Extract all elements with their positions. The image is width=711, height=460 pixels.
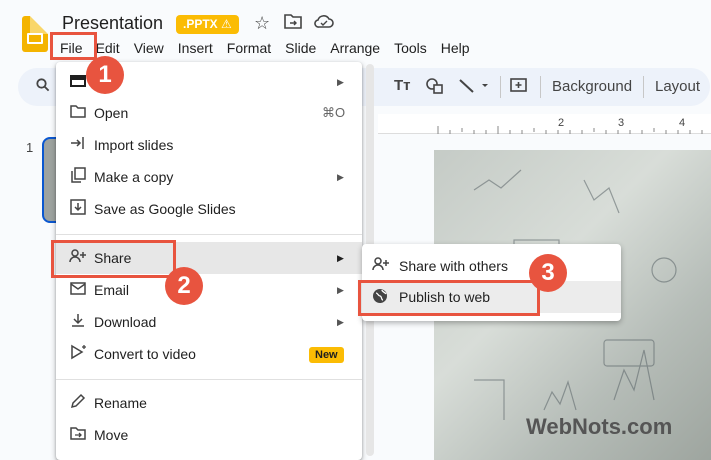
- step-badge-2: 2: [165, 267, 203, 305]
- submenu-arrow-icon: ▶: [337, 252, 344, 263]
- star-icon[interactable]: ☆: [254, 13, 270, 34]
- save-icon: [68, 199, 88, 219]
- format-label: .PPTX: [183, 17, 218, 31]
- submenu-arrow-icon: ▶: [337, 316, 344, 327]
- background-button[interactable]: Background: [552, 78, 632, 95]
- menu-item-label: Share with others: [399, 258, 508, 274]
- menu-slide[interactable]: Slide: [278, 38, 323, 58]
- ruler-label: 3: [618, 117, 625, 129]
- menu-item-open[interactable]: Open ⌘O: [56, 97, 362, 129]
- submenu-arrow-icon: ▶: [337, 284, 344, 295]
- cloud-status-icon[interactable]: [314, 13, 334, 34]
- mail-icon: [68, 281, 88, 299]
- import-icon: [68, 136, 88, 154]
- menu-help[interactable]: Help: [434, 38, 477, 58]
- line-icon[interactable]: [458, 78, 488, 98]
- menu-item-label: Import slides: [94, 137, 174, 153]
- menu-item-make-a-copy[interactable]: Make a copy ▶: [56, 161, 362, 193]
- menu-item-label: Move: [94, 427, 129, 443]
- menu-format[interactable]: Format: [220, 38, 278, 58]
- highlight-publish-to-web: [358, 280, 540, 316]
- menu-item-move[interactable]: Move: [56, 419, 362, 451]
- toolbar-divider: [500, 76, 501, 98]
- move-folder-icon[interactable]: [284, 13, 302, 34]
- menu-item-label: Open: [94, 105, 129, 121]
- menu-item-label: Download: [94, 314, 157, 330]
- menu-item-rename[interactable]: Rename: [56, 387, 362, 419]
- menu-item-download[interactable]: Download ▶: [56, 306, 362, 338]
- ruler-label: 4: [679, 117, 686, 129]
- folder-icon: [68, 104, 88, 122]
- slides-logo-icon[interactable]: [22, 16, 48, 52]
- video-icon: [68, 344, 88, 364]
- menu-arrange[interactable]: Arrange: [323, 38, 387, 58]
- layout-button[interactable]: Layout: [655, 78, 700, 95]
- horizontal-ruler: [378, 114, 711, 134]
- menubar: File Edit View Insert Format Slide Arran…: [54, 38, 477, 58]
- menu-item-import-slides[interactable]: Import slides: [56, 129, 362, 161]
- submenu-arrow-icon: ▶: [337, 76, 344, 87]
- menu-tools[interactable]: Tools: [387, 38, 434, 58]
- menu-item-label: Email: [94, 282, 130, 298]
- menu-view[interactable]: View: [127, 38, 171, 58]
- step-badge-3: 3: [529, 254, 567, 292]
- highlight-share: [51, 240, 176, 278]
- menu-divider: [56, 234, 362, 235]
- pencil-icon: [68, 393, 88, 413]
- toolbar-divider: [643, 76, 644, 98]
- watermark: WebNots.com: [526, 414, 673, 439]
- document-title[interactable]: Presentation: [62, 13, 163, 34]
- menu-item-label: Convert to video: [94, 346, 196, 362]
- menu-item-email[interactable]: Email ▶: [56, 274, 362, 306]
- menu-item-save-as-google-slides[interactable]: Save as Google Slides: [56, 193, 362, 225]
- add-comment-icon[interactable]: [510, 78, 528, 98]
- warning-icon: ⚠: [221, 17, 232, 31]
- copy-icon: [68, 167, 88, 187]
- step-badge-1: 1: [86, 56, 124, 94]
- menu-item-label: Save as Google Slides: [94, 201, 236, 217]
- download-icon: [68, 313, 88, 332]
- menu-divider: [56, 379, 362, 380]
- slides-icon: [68, 74, 88, 91]
- shortcut-label: ⌘O: [322, 105, 346, 120]
- menu-item-share-with-others[interactable]: Share with others: [362, 250, 621, 282]
- highlight-file-menu: [50, 32, 97, 60]
- move-icon: [68, 426, 88, 444]
- new-badge: New: [309, 347, 344, 363]
- menu-item-label: Make a copy: [94, 169, 174, 185]
- toolbar-divider: [540, 76, 541, 98]
- ruler-label: 2: [558, 117, 565, 129]
- slide-number: 1: [26, 140, 34, 155]
- submenu-arrow-icon: ▶: [337, 171, 344, 182]
- shape-icon[interactable]: [426, 78, 444, 98]
- menu-item-label: Rename: [94, 395, 147, 411]
- person-add-icon: [372, 257, 390, 275]
- pptx-format-badge[interactable]: .PPTX ⚠: [176, 15, 239, 34]
- text-box-icon[interactable]: Tт: [394, 77, 411, 94]
- search-menus-icon[interactable]: [36, 78, 50, 96]
- menu-insert[interactable]: Insert: [171, 38, 220, 58]
